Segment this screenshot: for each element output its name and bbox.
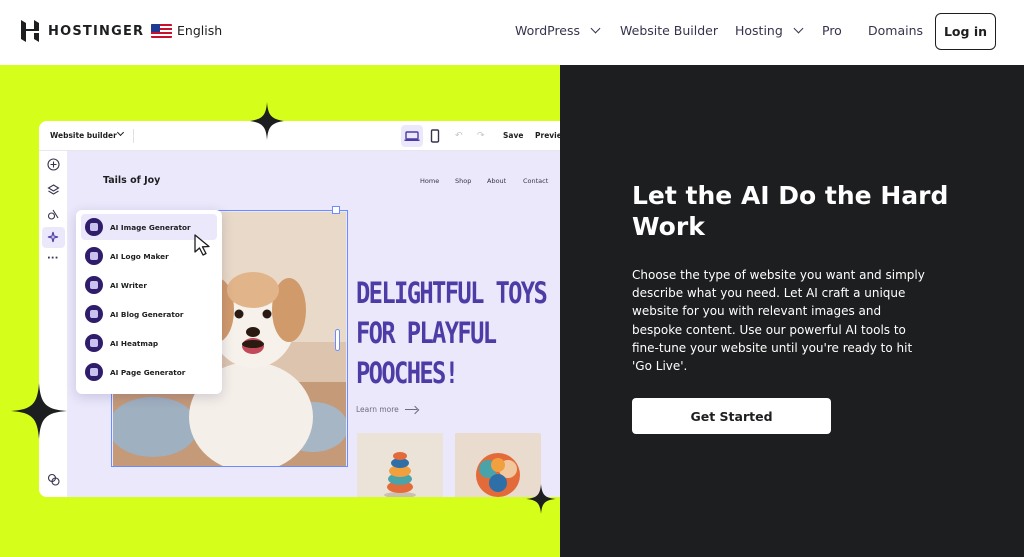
product-image-rope-toy — [357, 433, 443, 497]
layers-icon — [47, 184, 60, 195]
language-label: English — [177, 23, 223, 38]
headline-line-2: FOR PLAYFUL — [356, 316, 497, 350]
language-selector[interactable]: English — [151, 23, 222, 38]
logo-maker-icon — [85, 247, 103, 265]
sparkle-decoration-icon — [526, 484, 556, 514]
heatmap-icon — [85, 334, 103, 352]
headline-line-1: DELIGHTFUL TOYS — [356, 276, 548, 310]
learn-more-link: Learn more — [356, 405, 417, 414]
ai-menu-item-label: AI Image Generator — [110, 222, 191, 232]
nav-hosting[interactable]: Hosting — [735, 23, 804, 38]
ai-menu-item-writer: AI Writer — [81, 272, 217, 298]
brand-name: HOSTINGER — [48, 23, 145, 39]
nav-website-builder[interactable]: Website Builder — [620, 23, 718, 38]
more-icon: ··· — [47, 253, 59, 264]
sparkle-decoration-icon — [250, 102, 284, 140]
builder-dropdown-label: Website builder — [50, 131, 117, 140]
top-navbar: HOSTINGER English WordPress Website Buil… — [0, 0, 1024, 65]
builder-toolbar: Website builder ↶ ↷ Save Previe — [39, 121, 560, 151]
ai-menu-item-blog-generator: AI Blog Generator — [81, 301, 217, 327]
site-nav-about: About — [487, 177, 507, 185]
site-nav-home: Home — [420, 177, 440, 185]
laptop-icon — [404, 131, 420, 141]
resize-handle-right — [335, 329, 340, 351]
add-icon — [47, 158, 60, 171]
hostinger-logo[interactable]: HOSTINGER — [20, 20, 144, 42]
undo-icon: ↶ — [455, 131, 463, 141]
hostinger-logo-icon — [21, 20, 39, 42]
headline-line-3: POOCHES! — [356, 356, 459, 390]
ai-menu-item-label: AI Page Generator — [110, 367, 186, 377]
phone-icon — [430, 129, 440, 143]
writer-icon — [85, 276, 103, 294]
ai-menu-item-label: AI Logo Maker — [110, 251, 169, 261]
nav-wordpress-label: WordPress — [515, 23, 581, 38]
chevron-down-icon — [590, 23, 601, 34]
mobile-view-button — [424, 125, 446, 147]
nav-domains[interactable]: Domains — [868, 23, 923, 38]
chevron-down-icon — [793, 23, 804, 34]
redo-icon: ↷ — [477, 131, 485, 141]
ai-menu-item-label: AI Heatmap — [110, 338, 159, 348]
nav-website-builder-label: Website Builder — [620, 23, 719, 38]
site-nav-shop: Shop — [455, 177, 472, 185]
hero-description: Choose the type of website you want and … — [632, 268, 925, 374]
settings-icon — [47, 473, 60, 486]
nav-domains-label: Domains — [868, 23, 924, 38]
ai-menu-item-label: AI Blog Generator — [110, 309, 184, 319]
chevron-down-icon — [116, 128, 125, 137]
site-nav-contact: Contact — [523, 177, 549, 185]
save-label: Save — [503, 131, 524, 140]
page-generator-icon — [85, 363, 103, 381]
us-flag-icon — [151, 23, 172, 38]
nav-pro-label: Pro — [822, 23, 842, 38]
nav-wordpress[interactable]: WordPress — [515, 23, 601, 38]
site-headline: DELIGHTFUL TOYS FOR PLAYFUL POOCHES! — [356, 273, 548, 393]
image-generator-icon — [85, 218, 103, 236]
desktop-view-button — [401, 125, 423, 147]
sparkle-decoration-icon — [11, 383, 67, 439]
styles-icon — [47, 209, 59, 220]
hero-illustration-panel: Website builder ↶ ↷ Save Previe ··· Tail… — [0, 65, 560, 557]
hero-title: Let the AI Do the Hard Work — [632, 181, 949, 241]
nav-pro[interactable]: Pro — [822, 23, 842, 38]
site-title: Tails of Joy — [103, 175, 161, 186]
builder-side-rail: ··· — [39, 151, 68, 497]
arrow-right-icon — [404, 409, 417, 410]
nav-hosting-label: Hosting — [735, 23, 783, 38]
ai-menu-item-label: AI Writer — [110, 280, 147, 290]
ai-menu-item-page-generator: AI Page Generator — [81, 359, 217, 385]
login-button[interactable]: Log in — [935, 13, 996, 50]
resize-handle-corner — [332, 206, 340, 214]
mouse-cursor-icon — [194, 234, 210, 256]
ai-menu-item-heatmap: AI Heatmap — [81, 330, 217, 356]
builder-mockup: Website builder ↶ ↷ Save Previe ··· Tail… — [39, 121, 560, 497]
blog-generator-icon — [85, 305, 103, 323]
sparkle-icon — [47, 231, 59, 243]
toolbar-divider — [133, 129, 134, 143]
preview-label: Previe — [535, 131, 560, 140]
learn-more-label: Learn more — [356, 405, 399, 414]
get-started-button[interactable]: Get Started — [632, 398, 831, 434]
